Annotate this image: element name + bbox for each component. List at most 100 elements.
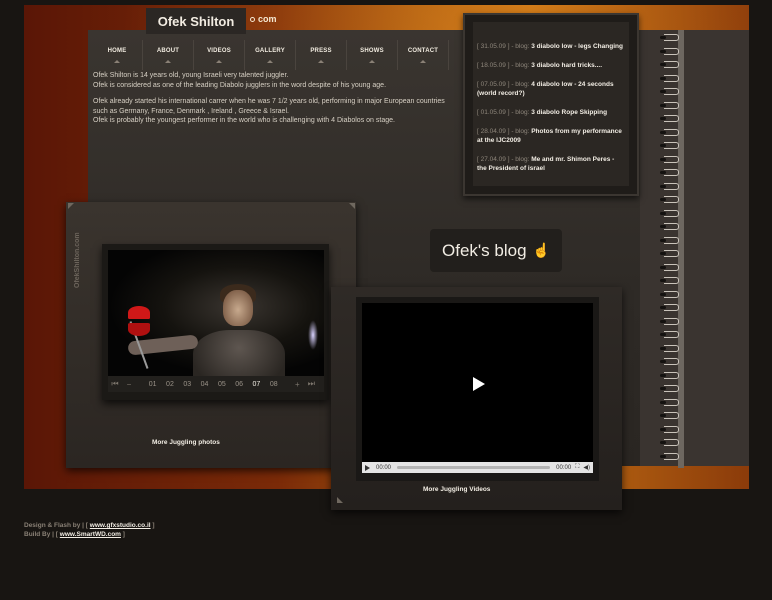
spiral-ring: [660, 385, 682, 392]
spiral-ring: [660, 250, 682, 257]
design-credit-label: Design & Flash by | [: [24, 522, 88, 529]
spiral-binding: [660, 30, 684, 468]
circle-icon: [250, 17, 255, 23]
spiral-ring: [660, 34, 682, 41]
logo-suffix: com: [250, 14, 277, 24]
intro-line: Ofek is probably the youngest performer …: [93, 117, 395, 124]
blog-entry[interactable]: [ 07.05.09 ] - blog: 4 diabolo low - 24 …: [477, 80, 623, 98]
spiral-ring: [660, 142, 682, 149]
intro-text: Ofek Shilton is 14 years old, young Isra…: [93, 71, 453, 133]
spiral-ring: [660, 304, 682, 311]
spiral-ring: [660, 452, 682, 460]
blog-entry[interactable]: [ 31.05.09 ] - blog: 3 diabolo low - leg…: [477, 42, 623, 51]
last-photo-icon[interactable]: ⏭: [304, 379, 318, 389]
intro-line: Ofek is considered as one of the leading…: [93, 81, 387, 89]
nav-home[interactable]: HOME: [92, 40, 143, 70]
blog-list: [ 31.05.09 ] - blog: 3 diabolo low - leg…: [473, 22, 629, 186]
smartwd-link[interactable]: www.SmartWD.com: [60, 531, 121, 538]
intro-line: Ofek Shilton is 14 years old, young Isra…: [93, 72, 289, 79]
fullscreen-icon[interactable]: ⛶: [575, 464, 579, 471]
plus-icon[interactable]: +: [290, 380, 304, 389]
corner-fold-icon: [337, 497, 343, 503]
spiral-ring: [660, 115, 682, 122]
triangle-up-icon: [369, 59, 375, 63]
blog-entry[interactable]: [ 18.05.09 ] - blog: 3 diabolo hard tric…: [477, 61, 623, 70]
build-credit-label: Build By | [: [24, 531, 58, 538]
corner-fold-icon: [349, 203, 355, 209]
nav-contact[interactable]: CONTACT: [398, 40, 449, 70]
site-logo[interactable]: Ofek Shilton: [146, 8, 246, 34]
more-photos-link[interactable]: More Juggling photos: [152, 439, 220, 446]
video-duration: 00:00: [556, 464, 572, 471]
spiral-ring: [660, 61, 682, 68]
spiral-ring: [660, 439, 682, 446]
spiral-ring: [660, 196, 682, 203]
photo-diabolo-cup: [128, 306, 150, 319]
gallery-page-number[interactable]: 01: [144, 381, 161, 388]
main-nav: HOME ABOUT VIDEOS GALLERY PRESS SHOWS CO…: [92, 40, 449, 70]
spiral-ring: [660, 398, 682, 406]
more-videos-link[interactable]: More Juggling Videos: [423, 486, 490, 493]
nav-shows[interactable]: SHOWS: [347, 40, 398, 70]
gallery-page-number[interactable]: 06: [230, 381, 247, 388]
bracket-close: ]: [122, 531, 125, 538]
spiral-ring: [660, 182, 682, 190]
spiral-ring: [660, 277, 682, 284]
spiral-ring: [660, 290, 682, 298]
gfxstudio-link[interactable]: www.gfxstudio.co.il: [90, 522, 151, 529]
video-frame: [356, 297, 599, 481]
spiral-ring: [660, 358, 682, 365]
ofeks-blog-button[interactable]: Ofek's blog ☝: [430, 229, 562, 272]
spiral-ring: [660, 169, 682, 176]
video-seek-bar[interactable]: [397, 466, 551, 469]
blog-entry[interactable]: [ 01.05.09 ] - blog: 3 diabolo Rope Skip…: [477, 108, 623, 117]
triangle-up-icon: [114, 59, 120, 63]
spiral-ring: [660, 236, 682, 244]
photo-diabolo: [124, 306, 154, 340]
play-small-icon[interactable]: [365, 464, 370, 471]
video-player[interactable]: [362, 303, 593, 463]
spiral-ring: [660, 425, 682, 433]
gallery-page-number-active[interactable]: 07: [248, 381, 265, 388]
nav-gallery[interactable]: GALLERY: [245, 40, 296, 70]
video-current-time: 00:00: [376, 464, 392, 471]
spiral-ring: [660, 317, 682, 325]
juggler-photo[interactable]: [108, 250, 324, 376]
intro-line: Ofek already started his international c…: [93, 98, 445, 115]
volume-icon[interactable]: ◀): [583, 464, 590, 471]
build-credit: Build By | [ www.SmartWD.com ]: [24, 530, 155, 539]
spiral-ring: [660, 223, 682, 230]
spiral-ring: [660, 412, 682, 419]
corner-fold-icon: [68, 203, 74, 209]
minus-icon[interactable]: −: [122, 380, 136, 389]
logo-name: Ofek Shilton: [157, 13, 235, 29]
photo-side-text: OfekShilton.com: [74, 232, 81, 288]
nav-about[interactable]: ABOUT: [143, 40, 194, 70]
first-photo-icon[interactable]: ⏮: [108, 379, 122, 389]
notebook-back: [640, 30, 749, 466]
triangle-up-icon: [318, 59, 324, 63]
spiral-ring: [660, 88, 682, 95]
spiral-ring: [660, 371, 682, 379]
triangle-up-icon: [216, 59, 222, 63]
play-icon[interactable]: [473, 377, 485, 391]
blog-entry[interactable]: [ 28.04.09 ] - blog: Photos from my perf…: [477, 127, 623, 145]
gallery-page-number[interactable]: 05: [213, 381, 230, 388]
gallery-page-number[interactable]: 03: [179, 381, 196, 388]
bracket-close: ]: [152, 522, 155, 529]
spiral-ring: [660, 209, 682, 217]
nav-press[interactable]: PRESS: [296, 40, 347, 70]
nav-videos[interactable]: VIDEOS: [194, 40, 245, 70]
gallery-page-number[interactable]: 04: [196, 381, 213, 388]
triangle-up-icon: [165, 59, 171, 63]
video-controls: 00:00 00:00 ⛶ ◀): [362, 462, 593, 473]
gallery-pager: ⏮ − 01 02 03 04 05 06 07 08 + ⏭: [108, 376, 324, 392]
footer-credits: Design & Flash by | [ www.gfxstudio.co.i…: [24, 521, 155, 539]
spiral-ring: [660, 128, 682, 136]
gallery-page-number[interactable]: 02: [161, 381, 178, 388]
hand-cursor-icon: ☝: [532, 242, 550, 258]
gallery-page-number[interactable]: 08: [265, 381, 282, 388]
photo-figure-head: [223, 290, 253, 326]
blog-entry[interactable]: [ 27.04.09 ] - blog: Me and mr. Shimon P…: [477, 155, 623, 173]
spiral-ring: [660, 331, 682, 338]
